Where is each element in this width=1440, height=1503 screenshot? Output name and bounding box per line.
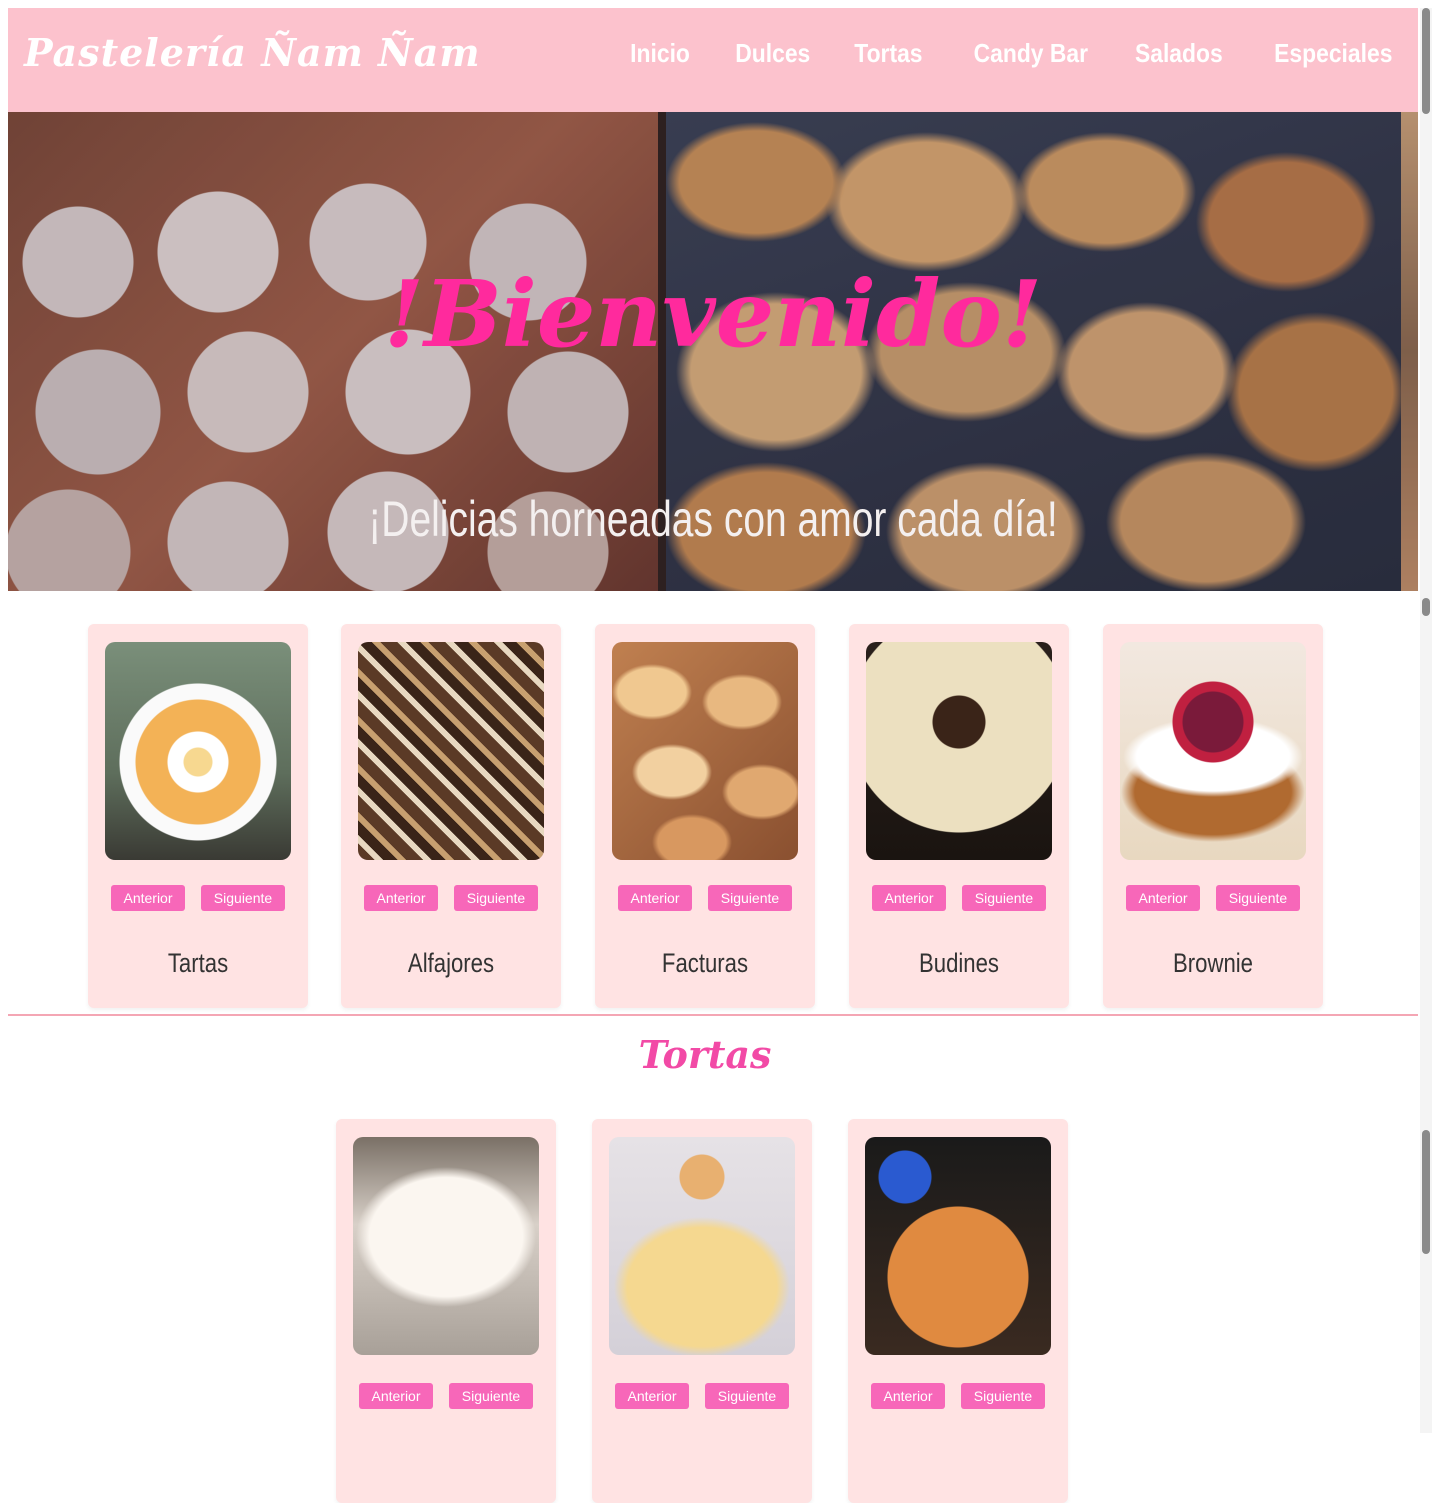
prev-button[interactable]: Anterior — [618, 885, 692, 911]
next-button[interactable]: Siguiente — [708, 885, 792, 911]
nav-link-tortas[interactable]: Tortas — [855, 38, 923, 69]
next-button[interactable]: Siguiente — [449, 1383, 533, 1409]
nav-links: Inicio Dulces Tortas Candy Bar Salados E… — [587, 38, 1392, 69]
card-title: Tartas — [167, 948, 229, 978]
page-scrollbar-thumb[interactable] — [1422, 1130, 1430, 1254]
next-button[interactable]: Siguiente — [1216, 885, 1300, 911]
nav-link-especiales[interactable]: Especiales — [1274, 38, 1392, 69]
torta-card-2: Anterior Siguiente — [592, 1119, 812, 1503]
card-title: Alfajores — [407, 948, 495, 978]
torta-image-2 — [609, 1137, 795, 1355]
product-image-alfajores — [358, 642, 544, 860]
prev-button[interactable]: Anterior — [111, 885, 185, 911]
product-card-facturas: Anterior Siguiente Facturas — [595, 624, 815, 1008]
product-card-brownie: Anterior Siguiente Brownie — [1103, 624, 1323, 1008]
next-button[interactable]: Siguiente — [454, 885, 538, 911]
prev-button[interactable]: Anterior — [615, 1383, 689, 1409]
hero-title: !Bienvenido! — [383, 260, 1043, 368]
torta-card-1: Anterior Siguiente — [336, 1119, 556, 1503]
card-title: Budines — [918, 948, 1000, 978]
section-divider — [8, 1014, 1418, 1016]
prev-button[interactable]: Anterior — [871, 1383, 945, 1409]
nav-link-candy-bar[interactable]: Candy Bar — [973, 38, 1087, 69]
scrollbar-thumb-top[interactable] — [1422, 8, 1430, 114]
next-button[interactable]: Siguiente — [201, 885, 285, 911]
torta-image-1 — [353, 1137, 539, 1355]
prev-button[interactable]: Anterior — [359, 1383, 433, 1409]
next-button[interactable]: Siguiente — [962, 885, 1046, 911]
section-title-tortas: Tortas — [638, 1032, 772, 1077]
card-title: Facturas — [661, 948, 749, 978]
torta-image-3 — [865, 1137, 1051, 1355]
product-image-tartas — [105, 642, 291, 860]
navbar: Pastelería Ñam Ñam Inicio Dulces Tortas … — [8, 8, 1418, 112]
card-title: Brownie — [1172, 948, 1253, 978]
product-card-tartas: Anterior Siguiente Tartas — [88, 624, 308, 1008]
product-image-facturas — [612, 642, 798, 860]
hero-subtitle: ¡Delicias horneadas con amor cada día! — [368, 491, 1058, 547]
prev-button[interactable]: Anterior — [872, 885, 946, 911]
prev-button[interactable]: Anterior — [1126, 885, 1200, 911]
prev-button[interactable]: Anterior — [364, 885, 438, 911]
next-button[interactable]: Siguiente — [961, 1383, 1045, 1409]
torta-card-3: Anterior Siguiente — [848, 1119, 1068, 1503]
scrollbar-thumb-mid[interactable] — [1422, 598, 1430, 616]
nav-link-salados[interactable]: Salados — [1135, 38, 1223, 69]
next-button[interactable]: Siguiente — [705, 1383, 789, 1409]
product-card-alfajores: Anterior Siguiente Alfajores — [341, 624, 561, 1008]
product-image-budines — [866, 642, 1052, 860]
hero-banner: !Bienvenido! ¡Delicias horneadas con amo… — [8, 112, 1418, 591]
nav-link-dulces[interactable]: Dulces — [735, 38, 810, 69]
product-image-brownie — [1120, 642, 1306, 860]
product-card-budines: Anterior Siguiente Budines — [849, 624, 1069, 1008]
nav-link-inicio[interactable]: Inicio — [630, 38, 690, 69]
brand-logo[interactable]: Pastelería Ñam Ñam — [24, 30, 481, 75]
